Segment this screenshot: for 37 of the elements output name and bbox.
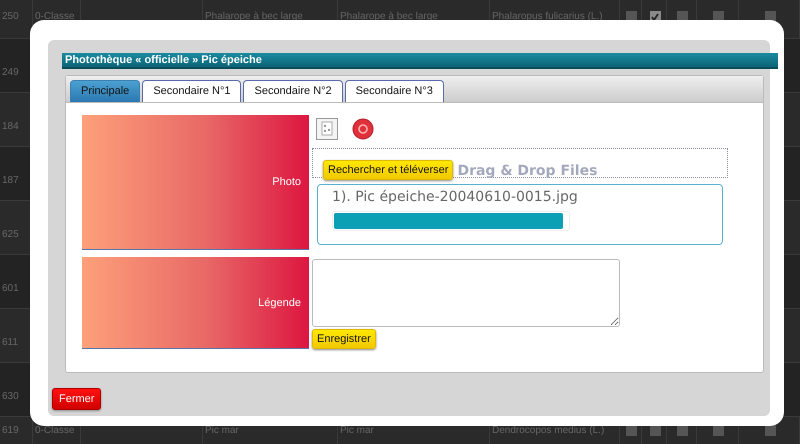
table-cell: Dendrocopos medius (L.): [492, 425, 604, 436]
drop-zone[interactable]: Rechercher et téléverser Drag & Drop Files: [312, 148, 728, 178]
browse-button[interactable]: Rechercher et téléverser: [323, 160, 454, 180]
tab[interactable]: Secondaire N°2: [243, 80, 343, 102]
table-cell: 187: [2, 175, 19, 186]
file-icon[interactable]: [316, 118, 338, 140]
file-name: 1). Pic épeiche-20040610-0015.jpg: [332, 189, 579, 205]
table-cell: Phalarope à bec large: [205, 11, 303, 22]
table-cell: 625: [2, 229, 19, 240]
table-cell: 184: [2, 121, 19, 132]
table-cell: Pic mar: [340, 425, 374, 436]
table-cell: Pic mar: [205, 425, 239, 436]
tab[interactable]: Secondaire N°3: [344, 80, 444, 102]
checkbox[interactable]: [677, 425, 688, 436]
table-cell: 601: [2, 283, 19, 294]
table-cell: 0-Classe: [35, 425, 74, 436]
checkbox[interactable]: [764, 425, 776, 436]
tab[interactable]: Secondaire N°1: [142, 80, 242, 102]
table-cell: 0-Classe: [35, 11, 74, 22]
caption-field[interactable]: [312, 259, 620, 327]
close-button[interactable]: Fermer: [52, 388, 102, 410]
drop-hint: Drag & Drop Files: [457, 163, 598, 179]
table-cell: Phalarope à bec large: [340, 11, 438, 22]
photo-label: Photo: [82, 115, 309, 250]
tab[interactable]: Principale: [70, 80, 140, 102]
save-button[interactable]: Enregistrer: [312, 329, 376, 349]
table-cell: 630: [2, 391, 19, 402]
table-cell: 249: [2, 67, 19, 78]
delete-icon[interactable]: [352, 118, 374, 140]
checkbox[interactable]: [713, 425, 724, 436]
checkbox[interactable]: [626, 425, 637, 436]
table-cell: 611: [2, 337, 18, 348]
caption-label: Légende: [82, 257, 309, 349]
table-cell: 619: [2, 425, 19, 436]
dialog-title: Photothèque « officielle » Pic épeiche: [62, 53, 778, 69]
table-cell: 250: [2, 11, 19, 22]
checkbox[interactable]: [650, 425, 660, 436]
